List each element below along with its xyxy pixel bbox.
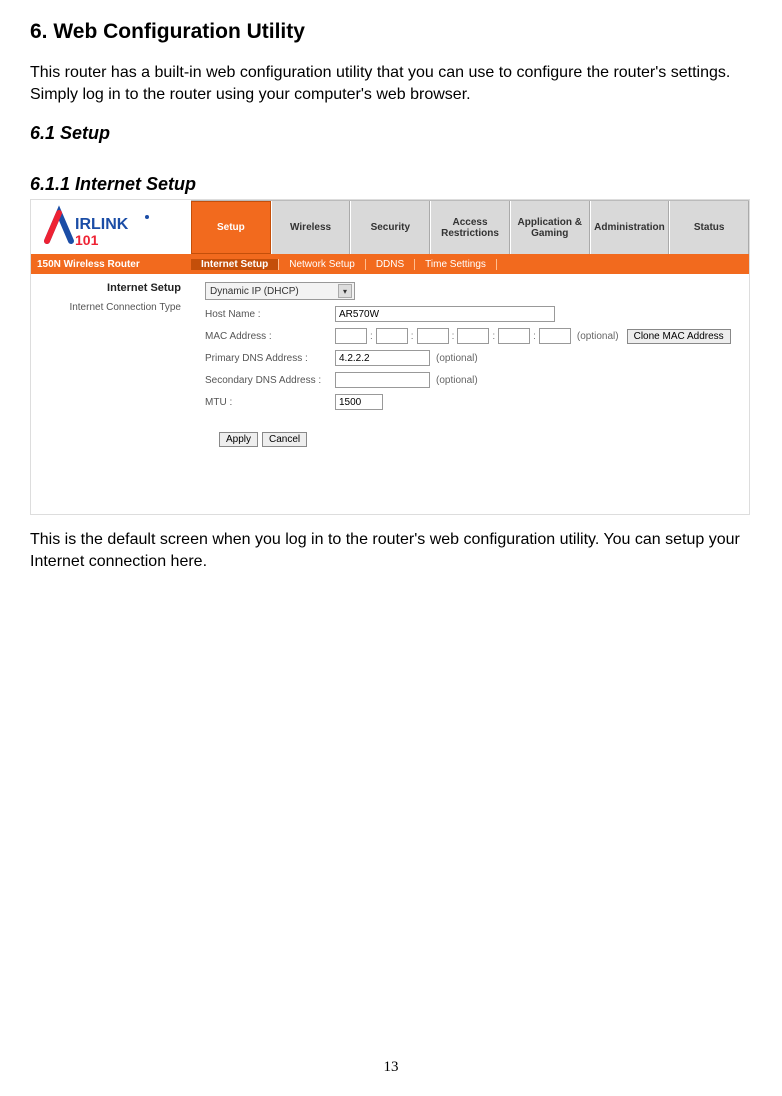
primary-dns-label: Primary DNS Address : [205,353,335,364]
secondary-dns-input[interactable] [335,372,430,388]
mtu-input[interactable] [335,394,383,410]
mac-address-label: MAC Address : [205,331,335,342]
mac-oct-3[interactable] [417,328,449,344]
mac-optional-note: (optional) [577,331,619,342]
internet-connection-type-label: Internet Connection Type [31,302,181,313]
caption-paragraph: This is the default screen when you log … [30,529,752,572]
host-name-input[interactable] [335,306,555,322]
connection-type-value: Dynamic IP (DHCP) [210,286,299,297]
tab-security[interactable]: Security [350,201,430,254]
subtab-network-setup[interactable]: Network Setup [279,259,366,270]
tab-wireless[interactable]: Wireless [271,201,351,254]
mac-oct-6[interactable] [539,328,571,344]
mtu-label: MTU : [205,397,335,408]
clone-mac-button[interactable]: Clone MAC Address [627,329,731,344]
subtab-internet-setup[interactable]: Internet Setup [191,259,279,270]
mac-oct-5[interactable] [498,328,530,344]
apply-button[interactable]: Apply [219,432,258,447]
heading-setup: 6.1 Setup [30,123,752,144]
tab-setup[interactable]: Setup [191,201,271,254]
mac-oct-2[interactable] [376,328,408,344]
subtab-time-settings[interactable]: Time Settings [415,259,497,270]
tab-access-restrictions[interactable]: Access Restrictions [430,201,510,254]
brand-sub: 101 [75,232,99,248]
mac-oct-4[interactable] [457,328,489,344]
tab-administration[interactable]: Administration [590,201,670,254]
brand-text: IRLINK [75,216,129,233]
router-ui-screenshot: IRLINK 101 Setup Wireless Security Acces… [30,199,750,515]
primary-dns-note: (optional) [436,353,478,364]
primary-dns-input[interactable] [335,350,430,366]
connection-type-select[interactable]: Dynamic IP (DHCP) ▾ [205,282,355,300]
model-label: 150N Wireless Router [31,254,191,274]
heading-main: 6. Web Configuration Utility [30,20,752,44]
host-name-label: Host Name : [205,309,335,320]
secondary-dns-label: Secondary DNS Address : [205,375,335,386]
cancel-button[interactable]: Cancel [262,432,307,447]
subtab-ddns[interactable]: DDNS [366,259,415,270]
heading-internet-setup: 6.1.1 Internet Setup [30,174,752,195]
intro-paragraph: This router has a built-in web configura… [30,62,752,105]
tab-application-gaming[interactable]: Application & Gaming [510,201,590,254]
mac-oct-1[interactable] [335,328,367,344]
tab-status[interactable]: Status [669,201,749,254]
secondary-dns-note: (optional) [436,375,478,386]
chevron-down-icon: ▾ [338,284,352,298]
section-title: Internet Setup [31,282,181,294]
page-number: 13 [0,1059,782,1076]
brand-logo: IRLINK 101 [31,200,191,254]
